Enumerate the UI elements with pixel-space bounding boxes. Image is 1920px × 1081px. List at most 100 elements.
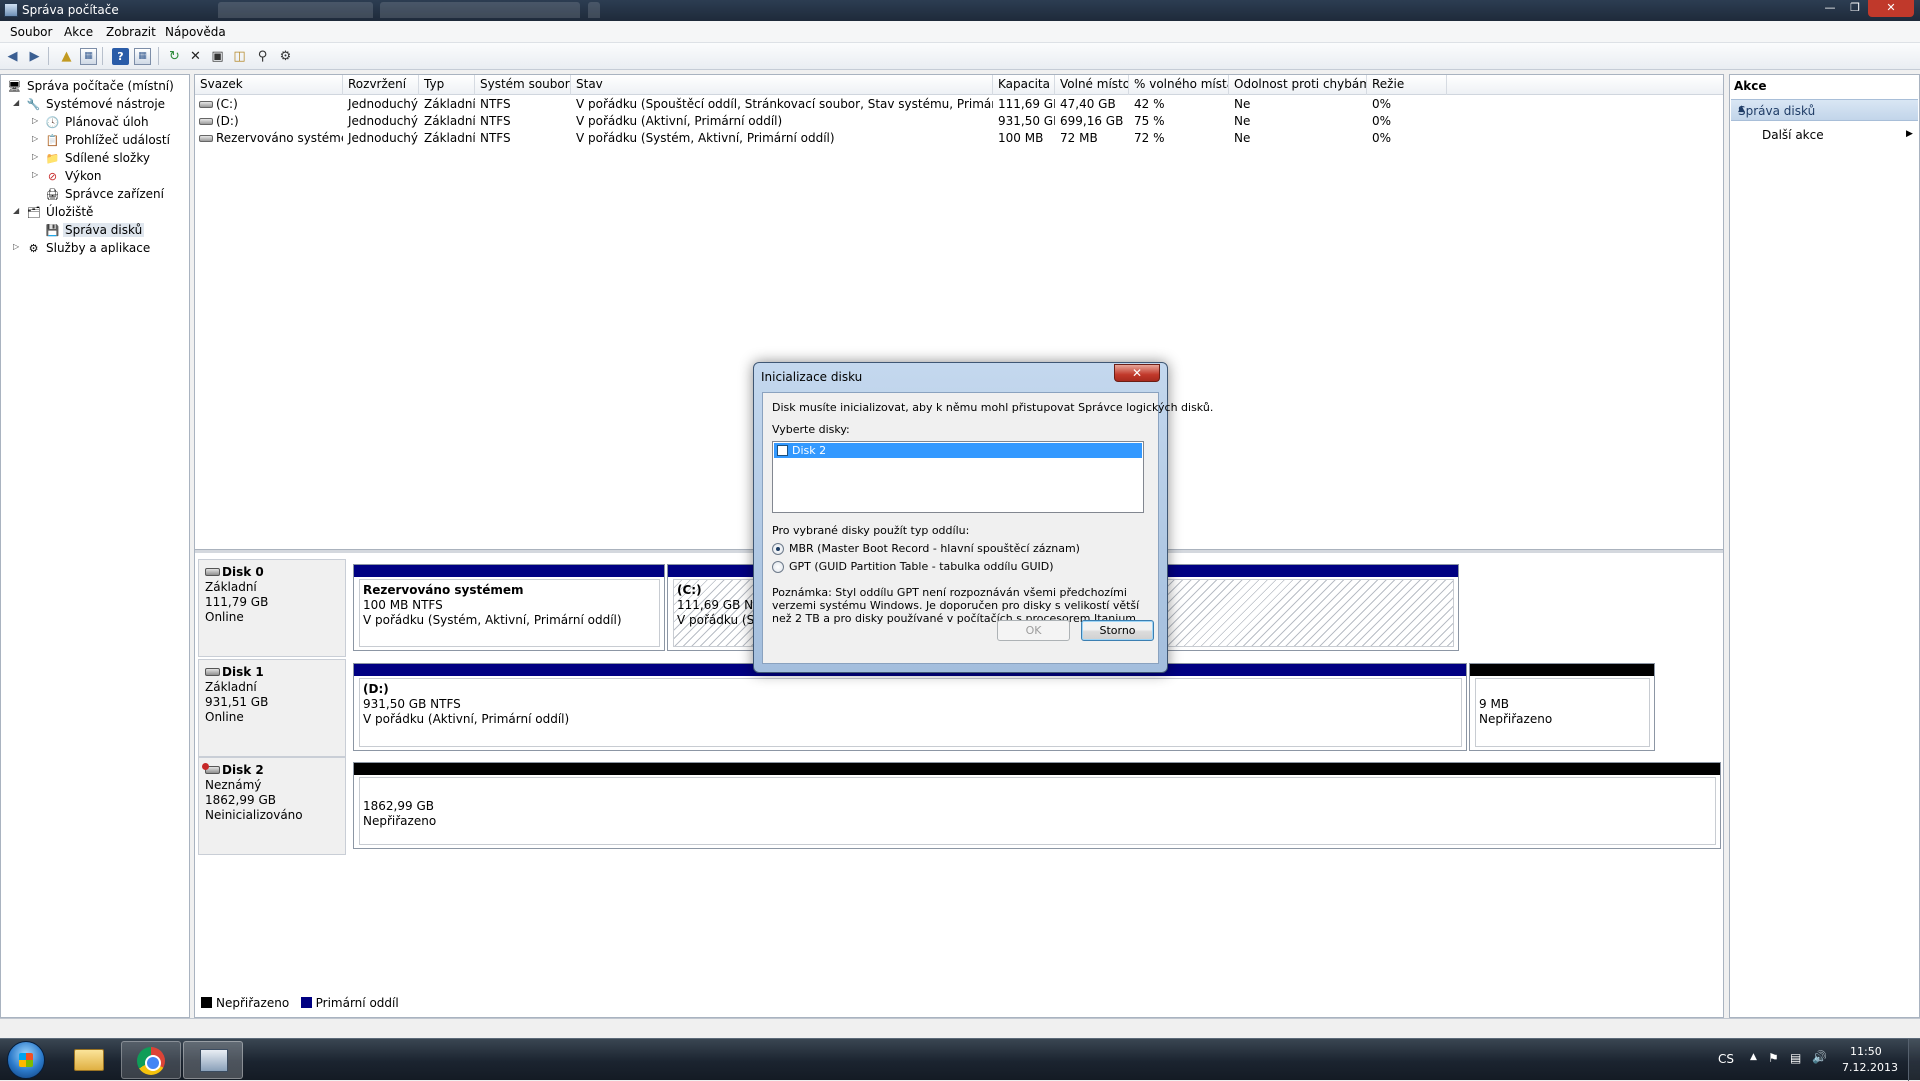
unallocated-band — [354, 763, 1720, 775]
maximize-button[interactable]: ❐ — [1843, 0, 1867, 17]
open-folder-icon[interactable]: ◫ — [231, 48, 248, 65]
ok-button[interactable]: OK — [997, 620, 1070, 641]
refresh-icon[interactable]: ↻ — [166, 48, 183, 65]
start-button[interactable] — [7, 1041, 45, 1079]
up-folder-icon[interactable]: ▲ — [58, 48, 75, 65]
dialog-close-button[interactable]: ✕ — [1114, 364, 1160, 382]
taskbar-chrome[interactable] — [121, 1041, 181, 1079]
system-tray: CS ▲ ⚑ ▤ 🔊 11:50 7.12.2013 — [1700, 1039, 1906, 1081]
disk-0-label[interactable]: Disk 0 Základní 111,79 GB Online — [198, 559, 346, 657]
background-tab[interactable] — [588, 2, 600, 18]
settings-icon[interactable]: ⚙ — [277, 48, 294, 65]
table-row[interactable]: Rezervováno systémem Jednoduchý Základní… — [195, 130, 1723, 147]
toolbar: ◀ ▶ ▲ ▦ ? ▦ ↻ ✕ ▣ ◫ ⚲ ⚙ — [0, 43, 1920, 70]
table-row[interactable]: (C:) Jednoduchý Základní NTFS V pořádku … — [195, 96, 1723, 113]
toolbar-separator — [48, 47, 49, 65]
volume-list-header: Svazek Rozvržení Typ Systém souborů Stav… — [195, 75, 1723, 95]
expand-arrow-icon[interactable]: ▷ — [13, 242, 19, 251]
column-header-percent-free[interactable]: % volného místa — [1129, 75, 1229, 95]
show-hide-tree-icon[interactable]: ▦ — [80, 48, 97, 65]
back-icon[interactable]: ◀ — [4, 48, 21, 65]
dialog-body: Disk musíte inicializovat, aby k němu mo… — [762, 392, 1213, 664]
more-actions-item[interactable]: Další akce — [1762, 128, 1824, 142]
delete-icon[interactable]: ✕ — [187, 48, 204, 65]
minimize-button[interactable]: — — [1818, 0, 1842, 17]
disk-2-checkbox[interactable] — [777, 445, 788, 456]
table-row[interactable]: (D:) Jednoduchý Základní NTFS V pořádku … — [195, 113, 1723, 130]
column-header-type[interactable]: Typ — [419, 75, 475, 95]
language-indicator[interactable]: CS — [1718, 1052, 1734, 1066]
menu-bar: Soubor Akce Zobrazit Nápověda — [0, 21, 1920, 43]
performance-icon: ⊘ — [47, 170, 58, 183]
event-viewer-icon: 📋 — [45, 134, 60, 147]
list-item-disk-2[interactable]: Disk 2 — [774, 443, 1142, 458]
menu-help[interactable]: Nápověda — [165, 25, 226, 39]
column-header-filesystem[interactable]: Systém souborů — [475, 75, 571, 95]
disk-icon — [205, 568, 220, 576]
window-title: Správa počítače — [22, 3, 119, 17]
legend-swatch-unallocated — [201, 997, 212, 1008]
taskbar-computer-management[interactable] — [183, 1041, 243, 1079]
storage-icon: 🗂 — [26, 206, 41, 219]
column-header-volume[interactable]: Svazek — [195, 75, 343, 95]
show-desktop-button[interactable] — [1908, 1039, 1920, 1081]
taskbar-explorer[interactable] — [58, 1041, 118, 1079]
clock-time[interactable]: 11:50 — [1850, 1045, 1882, 1058]
unallocated-space-disk-1[interactable]: 9 MB Nepřiřazeno — [1469, 663, 1655, 751]
column-header-fault-tolerance[interactable]: Odolnost proti chybám — [1229, 75, 1367, 95]
expand-arrow-icon[interactable]: ▷ — [32, 152, 38, 161]
column-header-status[interactable]: Stav — [571, 75, 993, 95]
search-icon[interactable]: ⚲ — [254, 48, 271, 65]
menu-action[interactable]: Akce — [64, 25, 93, 39]
forward-icon[interactable]: ▶ — [26, 48, 43, 65]
mbr-radio[interactable] — [772, 543, 784, 555]
disk-listbox[interactable]: Disk 2 — [772, 441, 1144, 513]
actions-pane: Akce Správa disků ▲ Další akce ▶ — [1729, 74, 1920, 1018]
background-tab[interactable] — [380, 2, 580, 18]
help-icon[interactable]: ? — [112, 48, 129, 65]
unallocated-space-disk-2[interactable]: 1862,99 GB Nepřiřazeno — [353, 762, 1721, 849]
gpt-radio[interactable] — [772, 561, 784, 573]
toolbar-separator — [102, 47, 103, 65]
clock-icon: 🕓 — [45, 116, 60, 129]
partition-d[interactable]: (D:) 931,50 GB NTFS V pořádku (Aktivní, … — [353, 663, 1467, 751]
properties-icon[interactable]: ▣ — [209, 48, 226, 65]
volume-icon[interactable]: 🔊 — [1812, 1050, 1827, 1064]
expand-arrow-icon[interactable]: ▷ — [32, 170, 38, 179]
action-center-flag-icon[interactable]: ⚑ — [1768, 1051, 1779, 1065]
clock-date[interactable]: 7.12.2013 — [1842, 1061, 1898, 1074]
chrome-icon — [137, 1047, 165, 1075]
services-icon: ⚙ — [28, 242, 39, 255]
computer-management-icon: 🖥 — [7, 80, 22, 93]
partition-system-reserved[interactable]: Rezervováno systémem 100 MB NTFS V pořád… — [353, 564, 665, 651]
close-button[interactable]: ✕ — [1868, 0, 1914, 17]
status-bar — [0, 1018, 1920, 1038]
disk-1-label[interactable]: Disk 1 Základní 931,51 GB Online — [198, 659, 346, 757]
disk-2-label[interactable]: Disk 2 Neznámý 1862,99 GB Neinicializová… — [198, 757, 346, 855]
background-tab[interactable] — [218, 2, 373, 18]
select-disks-label: Vyberte disky: — [772, 423, 850, 436]
column-header-free-space[interactable]: Volné místo — [1055, 75, 1129, 95]
tools-icon: 🔧 — [26, 98, 41, 111]
disk-management-icon: 💾 — [45, 224, 60, 237]
collapse-up-icon[interactable]: ▲ — [1738, 104, 1912, 114]
column-header-capacity[interactable]: Kapacita — [993, 75, 1055, 95]
submenu-arrow-icon[interactable]: ▶ — [1906, 129, 1913, 139]
column-header-overhead[interactable]: Režie — [1367, 75, 1447, 95]
network-icon[interactable]: ▤ — [1790, 1051, 1801, 1065]
column-header-layout[interactable]: Rozvržení — [343, 75, 419, 95]
expand-arrow-icon[interactable]: ▷ — [32, 116, 38, 125]
device-manager-icon: 🖨 — [45, 188, 60, 201]
show-hidden-icons-icon[interactable]: ▲ — [1750, 1052, 1757, 1062]
show-hide-actions-icon[interactable]: ▦ — [134, 48, 151, 65]
actions-section-disk-management[interactable]: Správa disků ▲ — [1731, 99, 1918, 121]
cancel-button[interactable]: Storno — [1081, 620, 1154, 641]
expand-arrow-icon[interactable]: ▷ — [32, 134, 38, 143]
partition-style-label: Pro vybrané disky použít typ oddílu: — [772, 524, 970, 537]
collapse-arrow-icon[interactable]: ◢ — [13, 206, 19, 215]
menu-view[interactable]: Zobrazit — [106, 25, 156, 39]
dialog-intro-text: Disk musíte inicializovat, aby k němu mo… — [772, 401, 1214, 414]
menu-file[interactable]: Soubor — [10, 25, 52, 39]
title-bar: Správa počítače — ❐ ✕ — [0, 0, 1920, 21]
collapse-arrow-icon[interactable]: ◢ — [13, 98, 19, 107]
